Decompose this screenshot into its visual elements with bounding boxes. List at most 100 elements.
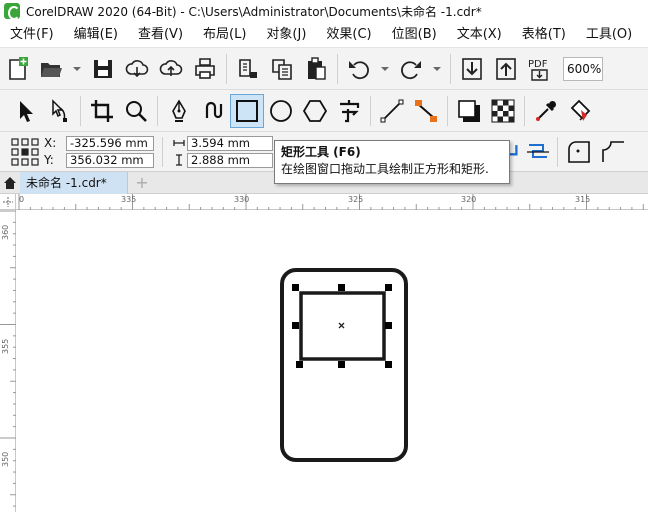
ruler-label: 335 — [121, 195, 137, 204]
redo-dropdown[interactable] — [428, 52, 446, 86]
menu-effects[interactable]: 效果(C) — [316, 24, 381, 46]
ruler-label: 315 — [575, 195, 591, 204]
width-icon — [171, 136, 187, 151]
selection-handle[interactable] — [385, 322, 392, 329]
menu-tools[interactable]: 工具(O) — [576, 24, 642, 46]
vertical-ruler[interactable]: 360 355 350 — [0, 210, 16, 512]
horizontal-ruler-ticks — [18, 194, 644, 210]
menu-table[interactable]: 表格(T) — [512, 24, 576, 46]
eyedropper-tool-button[interactable] — [529, 94, 563, 128]
height-input[interactable]: 2.888 mm — [187, 152, 273, 168]
horizontal-ruler[interactable]: 0 335 330 325 320 315 — [16, 194, 648, 210]
pick-tool-icon — [20, 100, 33, 122]
cloud-upload-button[interactable] — [154, 52, 188, 86]
new-document-button[interactable] — [0, 52, 34, 86]
drawing-canvas[interactable] — [16, 210, 648, 512]
center-marker-icon — [338, 322, 345, 329]
open-dropdown[interactable] — [68, 52, 86, 86]
text-tool-button[interactable] — [332, 94, 366, 128]
cloud-download-button[interactable] — [120, 52, 154, 86]
document-tab[interactable]: 未命名 -1.cdr* — [20, 171, 128, 194]
line-tool-button[interactable] — [375, 94, 409, 128]
print-button[interactable] — [188, 52, 222, 86]
y-position-row: Y: 356.032 mm — [44, 152, 154, 168]
ellipse-tool-button[interactable] — [264, 94, 298, 128]
save-button[interactable] — [86, 52, 120, 86]
convert-curves-icon — [527, 143, 549, 158]
zoom-tool-button[interactable] — [119, 94, 153, 128]
rectangle-tool-button[interactable] — [230, 93, 264, 128]
x-position-input[interactable]: -325.596 mm — [66, 135, 154, 151]
ruler-label: 325 — [348, 195, 364, 204]
redo-icon — [401, 60, 421, 79]
scallop-corner-button[interactable] — [596, 135, 630, 169]
menu-text[interactable]: 文本(X) — [447, 24, 512, 46]
ruler-label: 330 — [234, 195, 250, 204]
zoom-level-input[interactable]: 600% — [563, 56, 603, 81]
menu-layout[interactable]: 布局(L) — [193, 24, 256, 46]
publish-pdf-button[interactable]: PDF — [523, 52, 557, 86]
home-icon — [4, 176, 16, 189]
undo-button[interactable] — [342, 52, 376, 86]
y-label: Y: — [44, 153, 54, 167]
height-icon — [171, 153, 187, 168]
y-position-input[interactable]: 356.032 mm — [66, 152, 154, 168]
ruler-label: 320 — [461, 195, 477, 204]
copy-button[interactable] — [265, 52, 299, 86]
redo-button[interactable] — [394, 52, 428, 86]
undo-dropdown[interactable] — [376, 52, 394, 86]
shape-tool-button[interactable] — [42, 94, 76, 128]
selection-handle[interactable] — [338, 361, 345, 368]
toolbar-separator — [157, 95, 158, 126]
export-button[interactable] — [489, 52, 523, 86]
convert-to-curves-button[interactable] — [523, 135, 553, 169]
menu-object[interactable]: 对象(J) — [256, 24, 316, 46]
round-corner-button[interactable] — [562, 135, 596, 169]
open-button[interactable] — [34, 52, 68, 86]
pen-tool-button[interactable] — [162, 94, 196, 128]
selection-handle[interactable] — [385, 284, 392, 291]
width-input[interactable]: 3.594 mm — [187, 135, 273, 151]
ruler-label: 350 — [1, 451, 10, 467]
title-bar: CorelDRAW 2020 (64-Bit) - C:\Users\Admin… — [0, 0, 648, 22]
interactive-fill-tool-button[interactable] — [563, 94, 597, 128]
polygon-tool-button[interactable] — [298, 94, 332, 128]
paste-button[interactable] — [299, 52, 333, 86]
menu-view[interactable]: 查看(V) — [128, 24, 193, 46]
transparency-tool-button[interactable] — [486, 94, 520, 128]
export-icon — [496, 57, 516, 80]
text-tool-icon — [340, 99, 360, 122]
drop-shadow-tool-button[interactable] — [452, 94, 486, 128]
selection-handle[interactable] — [385, 361, 392, 368]
chevron-down-icon — [73, 66, 81, 71]
x-label: X: — [44, 136, 57, 150]
crop-tool-button[interactable] — [85, 94, 119, 128]
import-button[interactable] — [455, 52, 489, 86]
selection-handle[interactable] — [292, 284, 299, 291]
welcome-home-tab[interactable] — [0, 172, 20, 194]
selection-handle[interactable] — [292, 322, 299, 329]
object-origin-grid-icon[interactable] — [10, 137, 40, 167]
menu-file[interactable]: 文件(F) — [0, 24, 64, 46]
line-tool-icon — [380, 99, 404, 122]
selection-handle[interactable] — [296, 361, 303, 368]
menu-edit[interactable]: 编辑(E) — [64, 24, 128, 46]
toolbar-separator — [370, 95, 371, 126]
fill-tool-icon — [570, 99, 591, 121]
selection-handle[interactable] — [338, 284, 345, 291]
toolbar-separator — [524, 95, 525, 126]
tooltip-title: 矩形工具 (F6) — [281, 145, 361, 159]
new-tab-button[interactable]: + — [132, 173, 152, 192]
tooltip-description: 在绘图窗口拖动工具绘制正方形和矩形. — [281, 162, 489, 176]
artistic-media-tool-button[interactable] — [196, 94, 230, 128]
ruler-corner[interactable] — [0, 194, 16, 210]
position-fields: X: -325.596 mm Y: 356.032 mm — [44, 135, 154, 168]
import-layout-button[interactable] — [231, 52, 265, 86]
new-document-icon — [9, 56, 28, 80]
pick-tool-button[interactable] — [8, 94, 42, 128]
polygon-tool-icon — [302, 99, 328, 122]
connector-tool-button[interactable] — [409, 94, 443, 128]
height-row: 2.888 mm — [171, 152, 273, 168]
chevron-down-icon — [381, 66, 389, 71]
menu-bitmaps[interactable]: 位图(B) — [382, 24, 447, 46]
